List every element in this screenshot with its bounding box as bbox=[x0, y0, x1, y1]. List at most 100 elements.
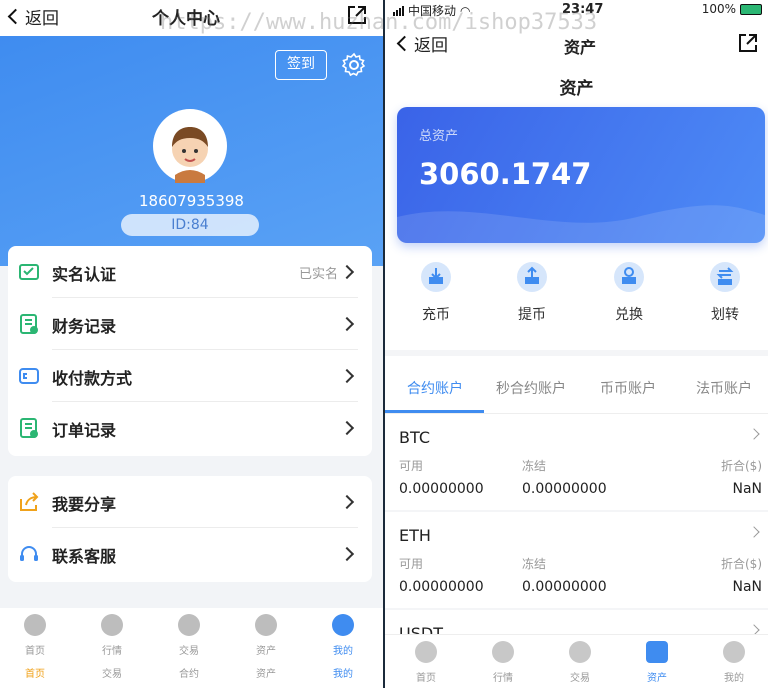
tab-coin-account[interactable]: 币币账户 bbox=[600, 378, 656, 398]
battery-percent: 100% bbox=[701, 2, 736, 16]
tab-label: 首页 bbox=[416, 673, 436, 684]
tab-label: 我的 bbox=[333, 646, 353, 657]
trade-icon bbox=[569, 641, 591, 663]
profile-header: 签到 18607935398 ID:84 bbox=[0, 36, 383, 266]
market-icon bbox=[492, 641, 514, 663]
converted-value: NaN bbox=[732, 579, 762, 595]
available-header: 可用 bbox=[399, 459, 424, 473]
right-tab-bar: 首页 行情 交易 资产 我的 bbox=[385, 634, 768, 688]
trade-icon bbox=[178, 614, 200, 636]
section-divider bbox=[385, 350, 768, 356]
home-icon bbox=[415, 641, 437, 663]
tab-label: 行情 bbox=[493, 673, 513, 684]
tab-fiat-account[interactable]: 法币账户 bbox=[696, 378, 752, 398]
finance-record-icon bbox=[18, 313, 40, 335]
market-icon bbox=[101, 614, 123, 636]
menu-item-customer-service[interactable]: 联系客服 bbox=[8, 528, 372, 580]
menu-item-real-name[interactable]: 实名认证 已实名 bbox=[8, 246, 372, 298]
menu-item-order-record[interactable]: 订单记录 bbox=[8, 402, 372, 454]
exchange-button[interactable]: 兑换 bbox=[599, 262, 659, 324]
tab-assets[interactable]: 资产 资产 bbox=[236, 614, 296, 680]
menu-item-finance-record[interactable]: 财务记录 bbox=[8, 298, 372, 350]
headset-icon bbox=[18, 543, 40, 565]
tab-home[interactable]: 首页 bbox=[396, 641, 456, 684]
tab-sublabel: 资产 bbox=[256, 669, 276, 680]
menu-item-label: 实名认证 bbox=[52, 265, 117, 284]
available-header: 可用 bbox=[399, 557, 424, 571]
withdraw-icon bbox=[517, 262, 547, 292]
tab-mine[interactable]: 我的 我的 bbox=[313, 614, 373, 680]
user-phone: 18607935398 bbox=[139, 192, 244, 210]
tab-label: 交易 bbox=[179, 646, 199, 657]
back-label: 返回 bbox=[414, 36, 448, 56]
external-link-icon[interactable] bbox=[346, 4, 368, 26]
tab-trade[interactable]: 交易 bbox=[550, 641, 610, 684]
tab-contract-account[interactable]: 合约账户 bbox=[407, 378, 463, 398]
back-button[interactable]: 返回 bbox=[395, 31, 448, 56]
verified-status: 已实名 bbox=[298, 267, 338, 282]
back-label: 返回 bbox=[25, 9, 59, 29]
tab-sublabel: 交易 bbox=[102, 669, 122, 680]
status-bar-right: 100% bbox=[702, 2, 762, 16]
carrier: 中国移动 bbox=[408, 4, 457, 18]
coin-row-btc[interactable]: BTC 可用 冻结 折合($) 0.00000000 0.00000000 Na… bbox=[385, 414, 768, 512]
tab-market[interactable]: 行情 交易 bbox=[82, 614, 142, 680]
back-chevron-icon bbox=[7, 8, 24, 25]
action-label: 提币 bbox=[518, 307, 546, 323]
tab-second-contract-account[interactable]: 秒合约账户 bbox=[496, 378, 566, 398]
action-label: 划转 bbox=[711, 307, 739, 323]
tab-sublabel: 合约 bbox=[179, 669, 199, 680]
home-icon bbox=[24, 614, 46, 636]
converted-value: NaN bbox=[732, 481, 762, 497]
external-link-icon[interactable] bbox=[737, 32, 759, 54]
withdraw-button[interactable]: 提币 bbox=[502, 262, 562, 324]
chevron-right-icon bbox=[339, 494, 355, 510]
menu-card-primary: 实名认证 已实名 财务记录 收付款方式 订单记录 bbox=[8, 246, 372, 456]
total-assets-label: 总资产 bbox=[419, 129, 459, 144]
tab-market[interactable]: 行情 bbox=[473, 641, 533, 684]
wallet-icon bbox=[646, 641, 668, 663]
tab-mine[interactable]: 我的 bbox=[704, 641, 764, 684]
id-card-icon bbox=[18, 261, 40, 283]
chevron-right-icon bbox=[339, 546, 355, 562]
section-title: 资产 bbox=[559, 79, 594, 99]
tab-sublabel: 首页 bbox=[25, 669, 45, 680]
right-panel: 中国移动 ◠ 23:47 100% 返回 资产 资产 总资产 3060.1747… bbox=[385, 0, 768, 688]
status-bar-left: 中国移动 ◠ bbox=[393, 2, 471, 19]
share-icon bbox=[18, 491, 40, 513]
converted-header: 折合($) bbox=[721, 459, 762, 473]
frozen-header: 冻结 bbox=[522, 459, 547, 473]
tab-label: 资产 bbox=[256, 646, 276, 657]
tab-label: 交易 bbox=[570, 673, 590, 684]
action-label: 兑换 bbox=[615, 307, 643, 323]
coin-name: ETH bbox=[399, 526, 431, 545]
total-assets-card: 总资产 3060.1747 bbox=[397, 107, 765, 243]
deposit-icon bbox=[421, 262, 451, 292]
menu-item-payment-methods[interactable]: 收付款方式 bbox=[8, 350, 372, 402]
signal-icon bbox=[393, 5, 404, 16]
tab-trade[interactable]: 交易 合约 bbox=[159, 614, 219, 680]
wallet-icon bbox=[255, 614, 277, 636]
user-icon bbox=[723, 641, 745, 663]
deposit-button[interactable]: 充币 bbox=[406, 262, 466, 324]
left-tab-bar: 首页 首页 行情 交易 交易 合约 资产 资产 我的 我的 bbox=[0, 608, 383, 688]
page-title: 资产 bbox=[564, 38, 597, 57]
transfer-button[interactable]: 划转 bbox=[695, 262, 755, 324]
converted-header: 折合($) bbox=[721, 557, 762, 571]
coin-row-eth[interactable]: ETH 可用 冻结 折合($) 0.00000000 0.00000000 Na… bbox=[385, 512, 768, 610]
menu-item-label: 联系客服 bbox=[52, 547, 117, 566]
menu-item-label: 我要分享 bbox=[52, 495, 117, 514]
order-record-icon bbox=[18, 417, 40, 439]
tab-assets[interactable]: 资产 bbox=[627, 641, 687, 684]
tab-home[interactable]: 首页 首页 bbox=[5, 614, 65, 680]
checkin-button[interactable]: 签到 bbox=[275, 50, 327, 80]
tab-label: 我的 bbox=[724, 673, 744, 684]
chevron-right-icon bbox=[339, 264, 355, 280]
frozen-value: 0.00000000 bbox=[522, 481, 607, 497]
user-avatar-icon bbox=[172, 127, 208, 183]
gear-icon[interactable] bbox=[341, 52, 367, 78]
available-value: 0.00000000 bbox=[399, 579, 484, 595]
left-panel: 返回 个人中心 签到 18607935398 ID:84 实名认证 已实名 财务… bbox=[0, 0, 383, 688]
back-button[interactable]: 返回 bbox=[6, 4, 59, 29]
menu-item-share[interactable]: 我要分享 bbox=[8, 476, 372, 528]
